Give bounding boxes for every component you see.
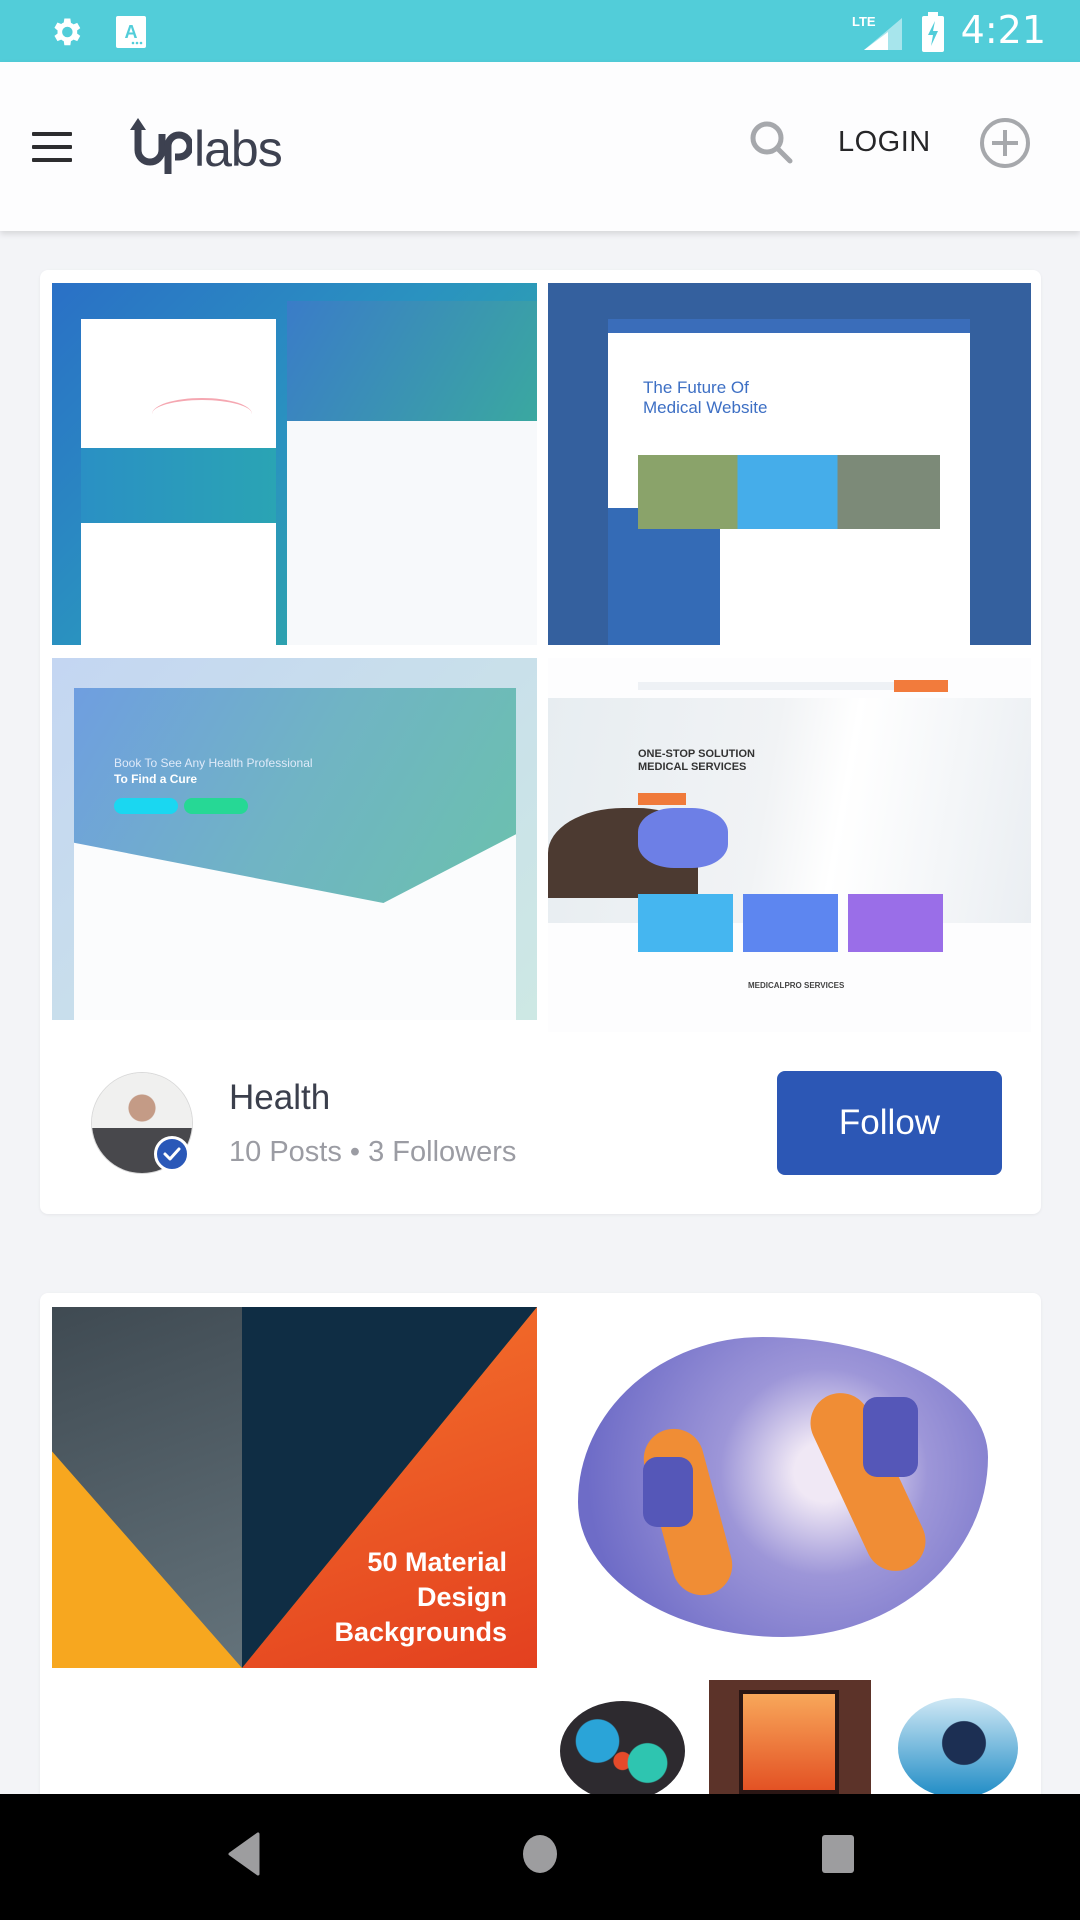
search-icon[interactable]: [748, 119, 796, 167]
thumbnail-umbrellas[interactable]: [560, 1683, 690, 1803]
mock-nav: [608, 319, 970, 333]
text-a-icon: A: [116, 16, 146, 48]
thumbnail-headline: ONE-STOP SOLUTION MEDICAL SERVICES: [638, 748, 755, 773]
thumbnail-window-dog[interactable]: [709, 1680, 871, 1794]
login-button[interactable]: LOGIN: [838, 126, 931, 159]
thumbnail-future-medical[interactable]: The Future Of Medical Website: [548, 283, 1031, 645]
status-time: 4:21: [960, 8, 1046, 52]
mock-blob: [578, 1337, 988, 1637]
mock-shape: [52, 1307, 242, 1668]
collection-card[interactable]: 50 Material Design Backgrounds: [40, 1293, 1041, 1853]
mock-service-box: [848, 894, 943, 952]
mock-cta: [638, 793, 686, 805]
battery-charging-icon: [922, 12, 944, 52]
mock-band: [81, 448, 276, 523]
system-nav-bar: [0, 1794, 1080, 1920]
mock-button: [114, 798, 178, 814]
thumbnail-headline: The Future Of Medical Website: [643, 378, 768, 417]
checkmark-icon: [163, 1147, 181, 1161]
logo-text: labs: [194, 121, 283, 177]
mock-glove: [638, 808, 728, 868]
uplabs-logo[interactable]: labs: [130, 114, 283, 177]
thumbnail-doctor-profile[interactable]: [52, 283, 537, 645]
status-bar: A LTE 4:21: [0, 0, 1080, 62]
app-bar: labs LOGIN: [0, 62, 1080, 231]
recents-icon[interactable]: [820, 1832, 856, 1876]
mock-service-box: [638, 894, 733, 952]
mock-illustration: [560, 1701, 685, 1801]
thumbnail-penguin[interactable]: [888, 1698, 1028, 1798]
home-icon[interactable]: [521, 1832, 559, 1876]
mock-illustration: [898, 1698, 1018, 1798]
mock-chart-line: [152, 398, 252, 430]
logo-up-mark: [130, 118, 192, 174]
collection-card[interactable]: The Future Of Medical Website Book To Se…: [40, 270, 1041, 1214]
settings-icon: [54, 18, 81, 46]
collection-meta: 10 Posts • 3 Followers: [229, 1136, 517, 1168]
thumbnail-astronauts[interactable]: [548, 1307, 1031, 1668]
menu-icon[interactable]: [32, 132, 72, 162]
mock-window: [739, 1690, 839, 1794]
collection-title[interactable]: Health: [229, 1078, 330, 1118]
thumbnail-medicalpro[interactable]: ONE-STOP SOLUTION MEDICAL SERVICES MEDIC…: [548, 658, 1031, 1032]
thumbnail-caption: 50 Material Design Backgrounds: [334, 1547, 507, 1647]
lte-signal-icon: LTE: [852, 14, 902, 50]
thumbnail-line1: Book To See Any Health Professional: [114, 756, 313, 770]
mock-button: [184, 798, 248, 814]
follow-button[interactable]: Follow: [777, 1071, 1002, 1175]
add-circle-icon[interactable]: [978, 116, 1032, 170]
svg-text:LTE: LTE: [852, 14, 876, 29]
mock-body: [287, 421, 537, 645]
verified-badge: [154, 1136, 190, 1172]
mock-backpack: [863, 1397, 918, 1477]
mock-backpack: [643, 1457, 693, 1527]
mock-photo-strip: [638, 455, 940, 529]
mock-hero: [287, 301, 537, 421]
back-icon[interactable]: [224, 1832, 264, 1876]
thumbnail-book-a-cure[interactable]: Book To See Any Health Professional To F…: [52, 658, 537, 1020]
mock-nav-button: [894, 680, 948, 692]
svg-text:A: A: [125, 22, 138, 42]
thumbnail-material-backgrounds[interactable]: 50 Material Design Backgrounds: [52, 1307, 537, 1668]
thumbnail-footer: MEDICALPRO SERVICES: [748, 981, 845, 990]
thumbnail-line2: To Find a Cure: [114, 772, 198, 786]
mock-service-box: [743, 894, 838, 952]
